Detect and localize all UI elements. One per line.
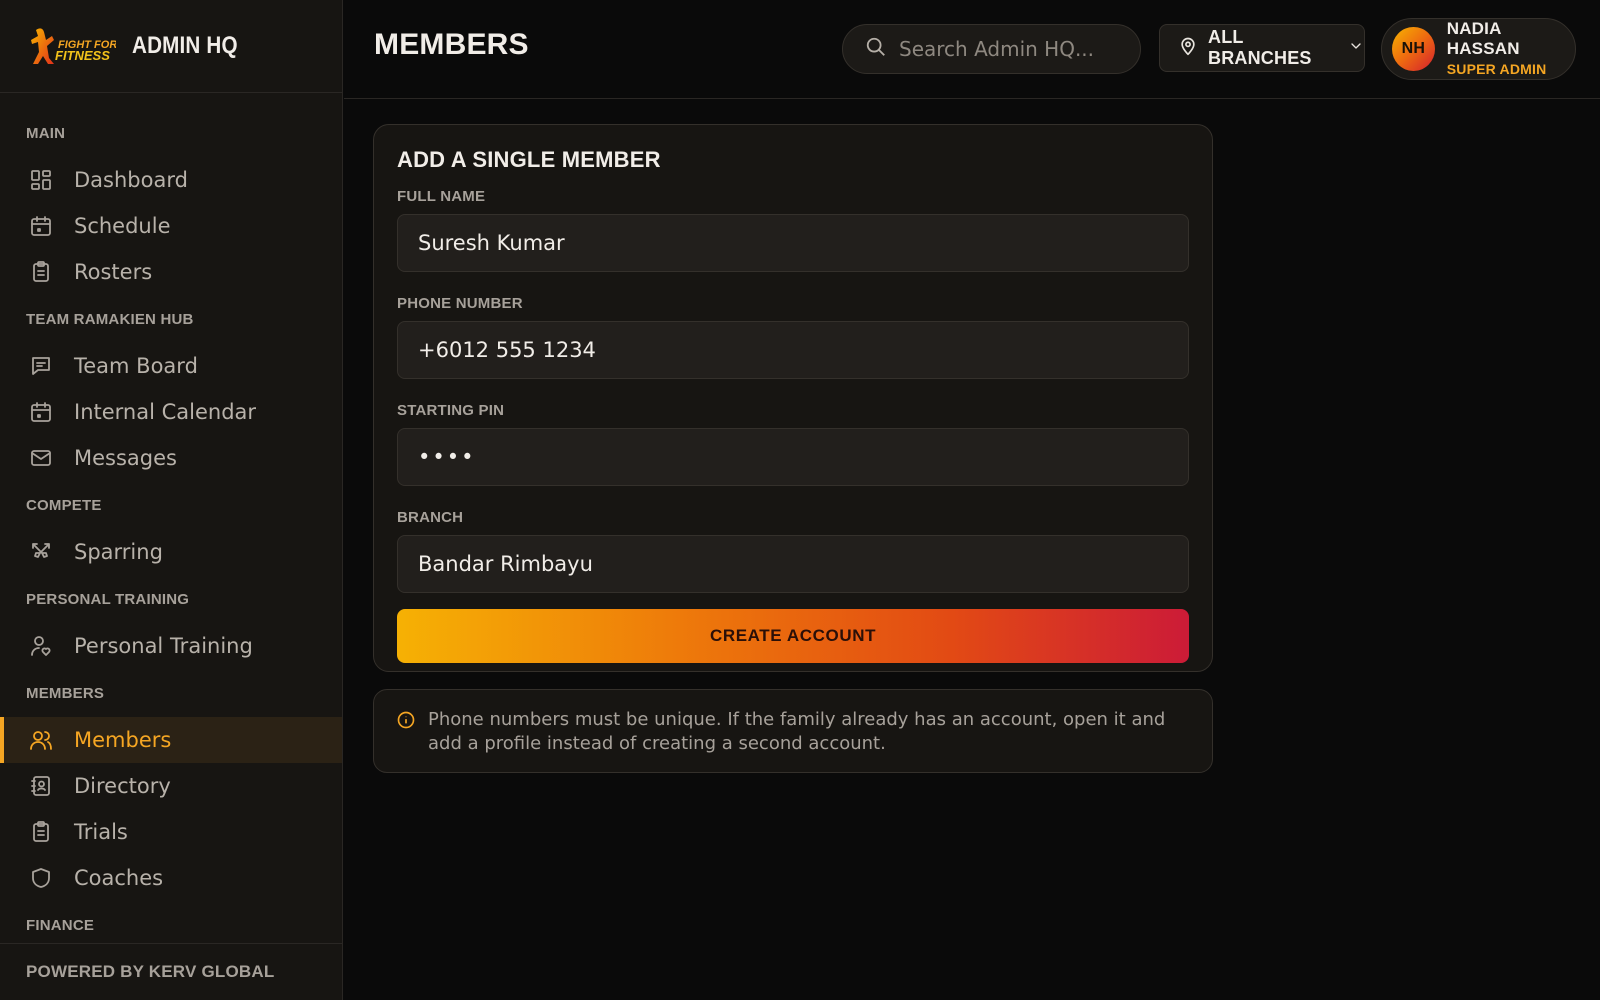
info-note: Phone numbers must be unique. If the fam…: [373, 689, 1213, 773]
nav-section-finance: FINANCE: [26, 917, 95, 934]
user-name: NADIA HASSAN: [1446, 19, 1520, 58]
calendar-icon: [28, 213, 54, 239]
user-menu[interactable]: NH NADIA HASSAN SUPER ADMIN: [1381, 18, 1576, 80]
shield-icon: [28, 865, 54, 891]
sidebar-item-personal-training[interactable]: Personal Training: [0, 623, 342, 669]
sidebar-item-label: Schedule: [74, 214, 171, 238]
dashboard-icon: [28, 167, 54, 193]
sidebar-nav: MAIN Dashboard Schedule Rosters TEAM RAM…: [0, 93, 342, 937]
sidebar-item-label: Coaches: [74, 866, 164, 890]
sidebar-item-coaches[interactable]: Coaches: [0, 855, 342, 901]
starting-pin-input[interactable]: [418, 445, 1188, 469]
page-title: MEMBERS: [374, 28, 529, 61]
brand: FIGHT FOR FITNESS ADMIN HQ: [0, 0, 342, 93]
add-member-card: ADD A SINGLE MEMBER FULL NAME PHONE NUMB…: [373, 124, 1213, 672]
app-title: ADMIN HQ: [132, 32, 238, 59]
phone-number-label: PHONE NUMBER: [397, 295, 523, 312]
svg-text:FITNESS: FITNESS: [55, 48, 110, 63]
info-note-text: Phone numbers must be unique. If the fam…: [428, 709, 1166, 754]
branch-filter-dropdown[interactable]: ALL BRANCHES: [1159, 24, 1365, 72]
search-bar[interactable]: [842, 24, 1141, 74]
sidebar-item-internal-calendar[interactable]: Internal Calendar: [0, 389, 342, 435]
sidebar-item-label: Trials: [74, 820, 128, 844]
create-account-button[interactable]: CREATE ACCOUNT: [397, 609, 1189, 663]
avatar: NH: [1392, 27, 1435, 71]
branch-filter-label: ALL BRANCHES: [1208, 27, 1312, 68]
nav-section-members: MEMBERS: [26, 685, 105, 702]
starting-pin-field-wrap: [397, 428, 1189, 486]
top-header: MEMBERS ALL BRANCHES NH NADIA HASSAN SUP…: [344, 0, 1600, 99]
clipboard-icon: [28, 259, 54, 285]
branch-select[interactable]: Bandar Rimbayu: [397, 535, 1189, 593]
users-icon: [28, 727, 54, 753]
info-icon: [396, 708, 416, 734]
sidebar-item-trials[interactable]: Trials: [0, 809, 342, 855]
sidebar-item-messages[interactable]: Messages: [0, 435, 342, 481]
sidebar: FIGHT FOR FITNESS ADMIN HQ MAIN Dashboar…: [0, 0, 343, 1000]
calendar-icon: [28, 399, 54, 425]
sidebar-item-dashboard[interactable]: Dashboard: [0, 157, 342, 203]
sidebar-item-label: Sparring: [74, 540, 163, 564]
card-title: ADD A SINGLE MEMBER: [397, 147, 661, 172]
branch-label: BRANCH: [397, 509, 464, 526]
branch-select-value: Bandar Rimbayu: [418, 552, 593, 576]
sidebar-item-label: Personal Training: [74, 634, 253, 658]
sidebar-item-members[interactable]: Members: [0, 717, 342, 763]
sidebar-item-sparring[interactable]: Sparring: [0, 529, 342, 575]
powered-by-footer: POWERED BY KERV GLOBAL: [0, 943, 342, 1000]
nav-section-personal-training: PERSONAL TRAINING: [26, 591, 190, 608]
full-name-input[interactable]: [418, 231, 1188, 255]
sidebar-item-rosters[interactable]: Rosters: [0, 249, 342, 295]
sidebar-item-team-board[interactable]: Team Board: [0, 343, 342, 389]
contact-book-icon: [28, 773, 54, 799]
map-pin-icon: [1178, 36, 1198, 60]
fight-for-fitness-logo[interactable]: FIGHT FOR FITNESS: [28, 24, 116, 68]
nav-section-team-ramakien-hub: TEAM RAMAKIEN HUB: [26, 311, 194, 328]
search-icon: [865, 36, 887, 62]
sidebar-item-schedule[interactable]: Schedule: [0, 203, 342, 249]
sidebar-item-label: Rosters: [74, 260, 153, 284]
nav-section-compete: COMPETE: [26, 497, 102, 514]
phone-number-field-wrap: [397, 321, 1189, 379]
starting-pin-label: STARTING PIN: [397, 402, 505, 419]
sidebar-item-label: Internal Calendar: [74, 400, 257, 424]
swords-icon: [28, 539, 54, 565]
mail-icon: [28, 445, 54, 471]
phone-number-input[interactable]: [418, 338, 1188, 362]
full-name-field-wrap: [397, 214, 1189, 272]
message-square-icon: [28, 353, 54, 379]
clipboard-icon: [28, 819, 54, 845]
user-role: SUPER ADMIN: [1446, 61, 1547, 77]
sidebar-item-label: Directory: [74, 774, 171, 798]
user-heart-icon: [28, 633, 54, 659]
full-name-label: FULL NAME: [397, 188, 486, 205]
nav-section-main: MAIN: [26, 125, 66, 142]
sidebar-item-label: Dashboard: [74, 168, 188, 192]
sidebar-item-label: Members: [74, 728, 172, 752]
chevron-down-icon: [1348, 38, 1364, 58]
sidebar-item-label: Messages: [74, 446, 177, 470]
sidebar-item-directory[interactable]: Directory: [0, 763, 342, 809]
search-input[interactable]: [899, 37, 1119, 61]
sidebar-item-label: Team Board: [74, 354, 198, 378]
